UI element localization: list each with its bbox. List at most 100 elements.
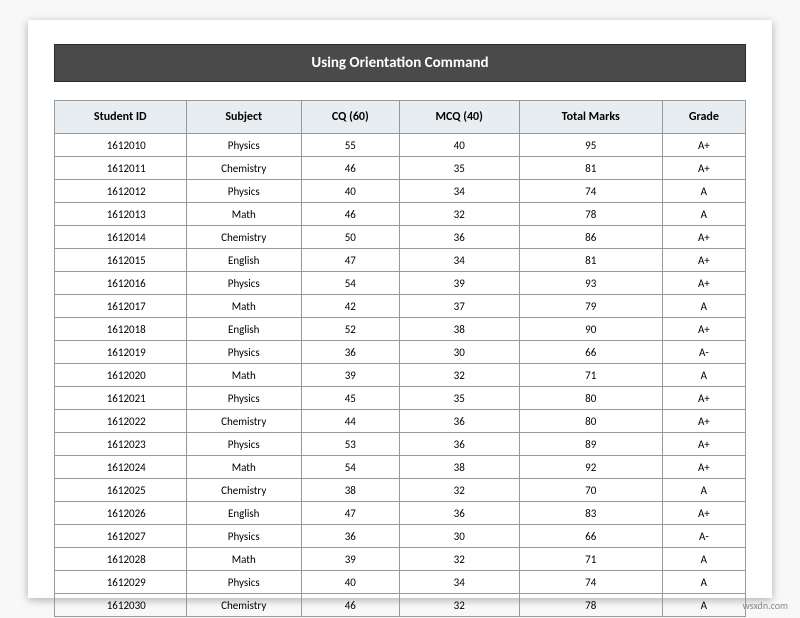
cell-grade: A <box>662 571 745 594</box>
cell-mcq: 32 <box>399 479 519 502</box>
cell-grade: A <box>662 479 745 502</box>
cell-mcq: 32 <box>399 203 519 226</box>
cell-subject: Math <box>186 456 301 479</box>
cell-total: 74 <box>519 571 662 594</box>
cell-id: 1612024 <box>55 456 187 479</box>
cell-mcq: 32 <box>399 548 519 571</box>
table-row: 1612020Math393271A <box>55 364 746 387</box>
cell-subject: Math <box>186 295 301 318</box>
cell-grade: A+ <box>662 502 745 525</box>
cell-subject: Math <box>186 364 301 387</box>
cell-mcq: 36 <box>399 226 519 249</box>
cell-grade: A+ <box>662 226 745 249</box>
cell-grade: A <box>662 364 745 387</box>
cell-total: 81 <box>519 157 662 180</box>
cell-id: 1612014 <box>55 226 187 249</box>
cell-subject: Physics <box>186 180 301 203</box>
cell-subject: English <box>186 318 301 341</box>
cell-id: 1612020 <box>55 364 187 387</box>
cell-total: 74 <box>519 180 662 203</box>
cell-mcq: 34 <box>399 180 519 203</box>
cell-total: 78 <box>519 203 662 226</box>
cell-id: 1612012 <box>55 180 187 203</box>
cell-mcq: 38 <box>399 456 519 479</box>
cell-mcq: 32 <box>399 364 519 387</box>
cell-subject: Math <box>186 548 301 571</box>
cell-id: 1612028 <box>55 548 187 571</box>
cell-total: 71 <box>519 364 662 387</box>
cell-total: 89 <box>519 433 662 456</box>
table-header-row: Student ID Subject CQ (60) MCQ (40) Tota… <box>55 101 746 134</box>
table-row: 1612024Math543892A+ <box>55 456 746 479</box>
cell-grade: A <box>662 180 745 203</box>
col-cq: CQ (60) <box>301 101 399 134</box>
cell-id: 1612016 <box>55 272 187 295</box>
cell-mcq: 36 <box>399 433 519 456</box>
cell-mcq: 36 <box>399 410 519 433</box>
cell-cq: 50 <box>301 226 399 249</box>
cell-total: 66 <box>519 341 662 364</box>
cell-grade: A- <box>662 525 745 548</box>
cell-cq: 47 <box>301 502 399 525</box>
cell-total: 71 <box>519 548 662 571</box>
cell-mcq: 40 <box>399 134 519 157</box>
table-row: 1612029Physics403474A <box>55 571 746 594</box>
cell-grade: A- <box>662 341 745 364</box>
cell-cq: 39 <box>301 364 399 387</box>
cell-grade: A+ <box>662 272 745 295</box>
cell-cq: 47 <box>301 249 399 272</box>
cell-grade: A+ <box>662 134 745 157</box>
cell-subject: Physics <box>186 341 301 364</box>
cell-cq: 46 <box>301 203 399 226</box>
cell-grade: A+ <box>662 433 745 456</box>
cell-subject: Physics <box>186 272 301 295</box>
cell-grade: A+ <box>662 318 745 341</box>
cell-subject: Physics <box>186 525 301 548</box>
cell-total: 78 <box>519 594 662 617</box>
cell-id: 1612019 <box>55 341 187 364</box>
cell-id: 1612021 <box>55 387 187 410</box>
table-row: 1612010Physics554095A+ <box>55 134 746 157</box>
cell-total: 66 <box>519 525 662 548</box>
cell-cq: 54 <box>301 272 399 295</box>
cell-total: 90 <box>519 318 662 341</box>
cell-id: 1612030 <box>55 594 187 617</box>
cell-mcq: 34 <box>399 571 519 594</box>
cell-cq: 39 <box>301 548 399 571</box>
cell-total: 80 <box>519 387 662 410</box>
cell-subject: Physics <box>186 433 301 456</box>
cell-id: 1612022 <box>55 410 187 433</box>
cell-cq: 36 <box>301 341 399 364</box>
table-body: 1612010Physics554095A+1612011Chemistry46… <box>55 134 746 617</box>
cell-subject: English <box>186 249 301 272</box>
table-row: 1612018English523890A+ <box>55 318 746 341</box>
data-table: Student ID Subject CQ (60) MCQ (40) Tota… <box>54 100 746 617</box>
cell-id: 1612023 <box>55 433 187 456</box>
cell-cq: 40 <box>301 571 399 594</box>
cell-mcq: 37 <box>399 295 519 318</box>
cell-mcq: 39 <box>399 272 519 295</box>
table-row: 1612025Chemistry383270A <box>55 479 746 502</box>
col-subject: Subject <box>186 101 301 134</box>
cell-total: 80 <box>519 410 662 433</box>
cell-mcq: 35 <box>399 157 519 180</box>
cell-id: 1612015 <box>55 249 187 272</box>
cell-mcq: 32 <box>399 594 519 617</box>
cell-subject: Chemistry <box>186 479 301 502</box>
table-row: 1612023Physics533689A+ <box>55 433 746 456</box>
cell-cq: 44 <box>301 410 399 433</box>
cell-grade: A+ <box>662 456 745 479</box>
cell-cq: 46 <box>301 157 399 180</box>
watermark: wsxdn.com <box>743 599 788 612</box>
cell-grade: A+ <box>662 157 745 180</box>
table-row: 1612021Physics453580A+ <box>55 387 746 410</box>
cell-cq: 38 <box>301 479 399 502</box>
cell-cq: 40 <box>301 180 399 203</box>
cell-subject: Chemistry <box>186 157 301 180</box>
page-title: Using Orientation Command <box>54 44 746 82</box>
cell-total: 83 <box>519 502 662 525</box>
cell-mcq: 36 <box>399 502 519 525</box>
table-row: 1612026English473683A+ <box>55 502 746 525</box>
table-row: 1612017Math423779A <box>55 295 746 318</box>
cell-grade: A+ <box>662 249 745 272</box>
